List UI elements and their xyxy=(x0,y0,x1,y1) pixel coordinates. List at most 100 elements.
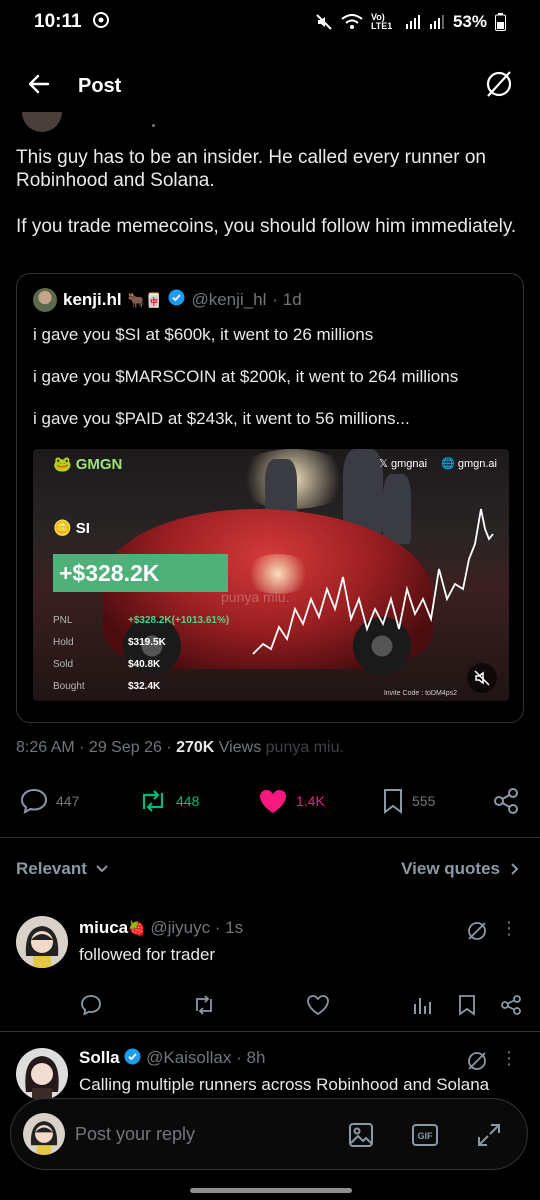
status-bar: 10:11 Vo) LTE1 53% xyxy=(0,0,540,44)
frog-icon: 🐸 xyxy=(53,456,72,473)
quote-line: i gave you $MARSCOIN at $200k, it went t… xyxy=(33,367,459,386)
reply-icon[interactable] xyxy=(80,994,102,1021)
post-time: 8:26 AM xyxy=(16,739,75,756)
mute-video-button[interactable] xyxy=(467,663,497,693)
quote-line: i gave you $PAID at $243k, it went to 56… xyxy=(33,409,410,428)
reply-avatar[interactable] xyxy=(16,916,68,968)
invite-code: Invite Code : toDM4ps2 xyxy=(383,690,457,697)
pnl-row: Hold $319.5K xyxy=(53,636,166,648)
image-icon[interactable] xyxy=(347,1121,375,1154)
post-date: 29 Sep 26 xyxy=(88,739,162,756)
post-body: This guy has to be an insider. He called… xyxy=(16,146,526,261)
bookmark-icon[interactable] xyxy=(458,994,476,1021)
pnl-table: PNL +$328.2K(+1013.61%) Hold $319.5K Sold $… xyxy=(53,609,229,697)
reply-icon xyxy=(20,788,48,814)
repost-button[interactable]: 448 xyxy=(138,789,199,813)
reply-item[interactable]: miuca🍓 @jiyuyc · 1s followed for trader … xyxy=(0,910,540,1030)
bookmark-icon xyxy=(384,789,402,814)
mute-status-icon xyxy=(315,13,333,31)
more-options-icon[interactable]: ⋮ xyxy=(500,918,518,939)
home-indicator[interactable] xyxy=(190,1188,352,1193)
relevant-label: Relevant xyxy=(16,859,87,878)
signal-icon-2 xyxy=(429,14,445,30)
gif-icon[interactable]: GIF xyxy=(411,1121,439,1154)
back-arrow-icon[interactable] xyxy=(26,71,52,102)
reply-author[interactable]: Solla @Kaisollax · 8h xyxy=(79,1048,265,1068)
quote-header: kenji.hl 🐂🀄 @kenji_hl · 1d xyxy=(33,288,302,312)
settings-status-icon xyxy=(92,11,110,34)
reply-count: 447 xyxy=(56,793,80,809)
reply-composer[interactable]: Post your reply GIF xyxy=(10,1098,528,1170)
share-button[interactable] xyxy=(492,787,520,815)
post-text-line: If you trade memecoins, you should follo… xyxy=(16,216,517,237)
gmgn-brand: GMGN xyxy=(75,455,123,473)
signal-icon xyxy=(405,14,421,30)
divider xyxy=(0,1031,540,1032)
pnl-row: PNL +$328.2K(+1013.61%) xyxy=(53,614,230,626)
replies-filter-row: Relevant View quotes xyxy=(0,855,540,885)
like-button[interactable]: 1.4K xyxy=(258,788,325,814)
reply-input[interactable]: Post your reply xyxy=(75,1124,195,1145)
view-quotes-link[interactable]: View quotes xyxy=(401,859,520,879)
repost-icon[interactable] xyxy=(192,994,216,1021)
quote-age: · 1d xyxy=(272,290,302,309)
author-avatar[interactable] xyxy=(22,112,62,132)
heart-icon xyxy=(260,790,286,813)
views-count[interactable]: 270K xyxy=(176,739,214,756)
chevron-right-icon xyxy=(511,863,519,875)
battery-icon xyxy=(495,13,506,31)
grok-icon[interactable] xyxy=(466,920,488,947)
post-action-bar: 447 448 1.4K 555 xyxy=(0,785,540,817)
quote-body: i gave you $SI at $600k, it went to 26 m… xyxy=(33,324,513,450)
bookmark-button[interactable]: 555 xyxy=(382,788,435,814)
chevron-down-icon xyxy=(96,865,108,873)
status-time: 10:11 xyxy=(34,11,82,32)
svg-text:GIF: GIF xyxy=(418,1131,434,1141)
quote-avatar[interactable] xyxy=(33,288,57,312)
like-count: 1.4K xyxy=(296,793,325,809)
composer-avatar xyxy=(23,1113,65,1155)
reply-button[interactable]: 447 xyxy=(20,788,79,814)
bookmark-count: 555 xyxy=(412,793,436,809)
reply-action-bar xyxy=(0,994,540,1020)
share-icon xyxy=(494,788,518,814)
separator-dot xyxy=(152,124,155,127)
reply-text: Calling multiple runners across Robinhoo… xyxy=(79,1075,490,1094)
verified-badge-icon xyxy=(168,289,185,311)
grok-icon[interactable] xyxy=(466,1050,488,1077)
quoted-post[interactable]: kenji.hl 🐂🀄 @kenji_hl · 1d i gave you $S… xyxy=(16,273,524,723)
views-label: Views xyxy=(218,739,262,756)
divider xyxy=(0,837,540,838)
quote-author-name[interactable]: kenji.hl xyxy=(63,290,122,310)
meta-watermark: punya miu. xyxy=(265,739,344,756)
reply-author[interactable]: miuca🍓 @jiyuyc · 1s xyxy=(79,918,243,938)
muted-speaker-icon xyxy=(474,670,490,686)
token-label: 🪙 SI xyxy=(53,519,90,538)
quote-media-video[interactable]: 🐸 GMGN 𝕏 gmgnai 🌐 gmgn.ai 🪙 SI +$328.2K … xyxy=(33,449,509,701)
relevant-sort-dropdown[interactable]: Relevant xyxy=(16,859,109,879)
views-icon[interactable] xyxy=(412,994,432,1021)
quote-line: i gave you $SI at $600k, it went to 26 m… xyxy=(33,325,374,344)
more-options-icon[interactable]: ⋮ xyxy=(500,1048,518,1069)
wifi-icon xyxy=(341,14,363,30)
quote-author-handle: @kenji_hl xyxy=(191,290,267,309)
site-link: 🌐 gmgn.ai xyxy=(441,458,497,470)
post-text-line: This guy has to be an insider. He called… xyxy=(16,147,486,191)
heart-icon[interactable] xyxy=(306,994,330,1021)
token-icon: 🪙 xyxy=(53,520,72,537)
gmgn-logo: 🐸 GMGN xyxy=(53,455,123,474)
grok-icon[interactable] xyxy=(484,69,514,104)
quote-author-emoji: 🐂🀄 xyxy=(127,291,163,308)
page-title: Post xyxy=(78,74,122,97)
pnl-row: Bought $32.4K xyxy=(53,680,161,692)
battery-text: 53% xyxy=(452,12,487,31)
post-meta: 8:26 AM · 29 Sep 26 · 270K Views punya m… xyxy=(16,739,344,756)
repost-count: 448 xyxy=(176,793,200,809)
watermark-text: punya miu. xyxy=(221,589,290,605)
expand-icon[interactable] xyxy=(475,1121,503,1154)
pnl-big: +$328.2K xyxy=(53,554,228,592)
share-icon[interactable] xyxy=(500,994,522,1021)
reply-avatar[interactable] xyxy=(16,1048,68,1100)
reply-item[interactable]: Solla @Kaisollax · 8h Calling multiple r… xyxy=(0,1040,540,1100)
media-links: 𝕏 gmgnai 🌐 gmgn.ai xyxy=(379,457,497,470)
